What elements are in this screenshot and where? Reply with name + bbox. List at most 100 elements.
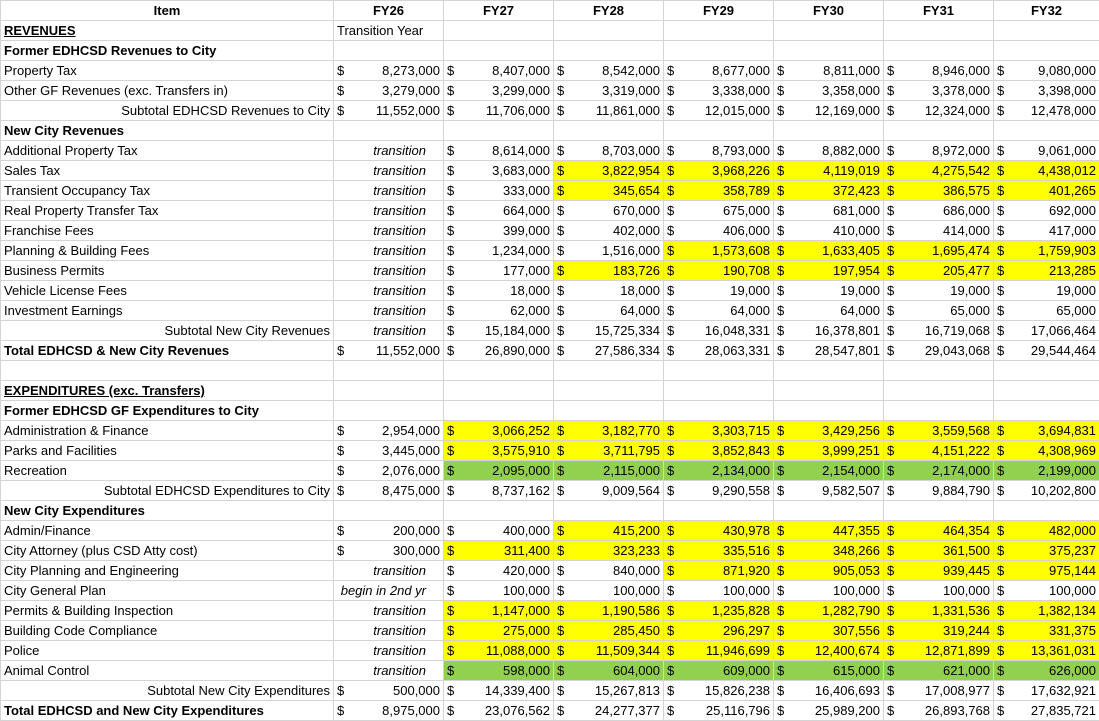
table-cell[interactable]: $100,000 bbox=[553, 580, 664, 601]
table-cell[interactable]: $8,946,000 bbox=[883, 60, 994, 81]
table-cell[interactable]: $307,556 bbox=[773, 620, 884, 641]
table-cell[interactable]: $285,450 bbox=[553, 620, 664, 641]
table-cell[interactable]: $213,285 bbox=[993, 260, 1099, 281]
table-cell[interactable]: $12,478,000 bbox=[993, 100, 1099, 121]
table-cell[interactable] bbox=[443, 40, 554, 61]
table-cell[interactable]: $1,695,474 bbox=[883, 240, 994, 261]
row-label[interactable]: Parks and Facilities bbox=[0, 440, 334, 461]
row-label[interactable]: Transient Occupancy Tax bbox=[0, 180, 334, 201]
table-cell[interactable] bbox=[553, 360, 664, 381]
table-cell[interactable] bbox=[333, 360, 444, 381]
table-cell[interactable]: $447,355 bbox=[773, 520, 884, 541]
table-cell[interactable] bbox=[663, 500, 774, 521]
table-cell[interactable]: $3,559,568 bbox=[883, 420, 994, 441]
table-cell[interactable]: transition bbox=[333, 280, 444, 301]
table-cell[interactable]: $3,852,843 bbox=[663, 440, 774, 461]
table-cell[interactable]: transition bbox=[333, 560, 444, 581]
table-cell[interactable]: $905,053 bbox=[773, 560, 884, 581]
row-label[interactable]: Former EDHCSD Revenues to City bbox=[0, 40, 334, 61]
table-cell[interactable] bbox=[553, 400, 664, 421]
table-cell[interactable]: $3,445,000 bbox=[333, 440, 444, 461]
table-cell[interactable] bbox=[443, 500, 554, 521]
table-cell[interactable]: $11,552,000 bbox=[333, 340, 444, 361]
table-cell[interactable]: $2,954,000 bbox=[333, 420, 444, 441]
table-cell[interactable] bbox=[443, 380, 554, 401]
table-cell[interactable] bbox=[773, 360, 884, 381]
table-cell[interactable] bbox=[663, 20, 774, 41]
table-cell[interactable]: $9,884,790 bbox=[883, 480, 994, 501]
table-cell[interactable]: transition bbox=[333, 300, 444, 321]
table-cell[interactable]: $11,861,000 bbox=[553, 100, 664, 121]
table-cell[interactable]: $100,000 bbox=[663, 580, 774, 601]
table-cell[interactable]: $1,147,000 bbox=[443, 600, 554, 621]
row-label[interactable]: Total EDHCSD & New City Revenues bbox=[0, 340, 334, 361]
table-cell[interactable]: $1,516,000 bbox=[553, 240, 664, 261]
table-cell[interactable]: $372,423 bbox=[773, 180, 884, 201]
table-cell[interactable]: $4,275,542 bbox=[883, 160, 994, 181]
table-cell[interactable]: $681,000 bbox=[773, 200, 884, 221]
table-cell[interactable]: $4,119,019 bbox=[773, 160, 884, 181]
table-cell[interactable]: $400,000 bbox=[443, 520, 554, 541]
table-cell[interactable]: $4,308,969 bbox=[993, 440, 1099, 461]
table-cell[interactable]: $609,000 bbox=[663, 660, 774, 681]
table-cell[interactable]: transition bbox=[333, 260, 444, 281]
table-cell[interactable] bbox=[993, 40, 1099, 61]
table-cell[interactable]: $415,200 bbox=[553, 520, 664, 541]
table-cell[interactable]: $65,000 bbox=[993, 300, 1099, 321]
table-cell[interactable]: $100,000 bbox=[993, 580, 1099, 601]
row-label[interactable]: Permits & Building Inspection bbox=[0, 600, 334, 621]
row-label[interactable]: City Attorney (plus CSD Atty cost) bbox=[0, 540, 334, 561]
table-cell[interactable]: $3,575,910 bbox=[443, 440, 554, 461]
header-fy27[interactable]: FY27 bbox=[443, 0, 554, 21]
table-cell[interactable]: $11,509,344 bbox=[553, 640, 664, 661]
table-cell[interactable]: $1,235,828 bbox=[663, 600, 774, 621]
row-label[interactable]: Recreation bbox=[0, 460, 334, 481]
table-cell[interactable]: $402,000 bbox=[553, 220, 664, 241]
table-cell[interactable]: $26,890,000 bbox=[443, 340, 554, 361]
table-cell[interactable]: $65,000 bbox=[883, 300, 994, 321]
table-cell[interactable]: $399,000 bbox=[443, 220, 554, 241]
row-label[interactable]: Property Tax bbox=[0, 60, 334, 81]
table-cell[interactable]: $29,043,068 bbox=[883, 340, 994, 361]
row-label[interactable]: Other GF Revenues (exc. Transfers in) bbox=[0, 80, 334, 101]
table-cell[interactable]: $19,000 bbox=[663, 280, 774, 301]
table-cell[interactable]: $621,000 bbox=[883, 660, 994, 681]
table-cell[interactable]: $28,063,331 bbox=[663, 340, 774, 361]
table-cell[interactable]: $3,303,715 bbox=[663, 420, 774, 441]
header-fy31[interactable]: FY31 bbox=[883, 0, 994, 21]
table-cell[interactable] bbox=[773, 400, 884, 421]
table-cell[interactable]: $2,154,000 bbox=[773, 460, 884, 481]
table-cell[interactable]: $17,632,921 bbox=[993, 680, 1099, 701]
table-cell[interactable]: $19,000 bbox=[993, 280, 1099, 301]
table-cell[interactable]: $12,871,899 bbox=[883, 640, 994, 661]
table-cell[interactable]: $18,000 bbox=[553, 280, 664, 301]
table-cell[interactable]: $8,614,000 bbox=[443, 140, 554, 161]
table-cell[interactable]: $604,000 bbox=[553, 660, 664, 681]
table-cell[interactable]: $3,694,831 bbox=[993, 420, 1099, 441]
table-cell[interactable]: $939,445 bbox=[883, 560, 994, 581]
table-cell[interactable]: $3,968,226 bbox=[663, 160, 774, 181]
row-label[interactable]: Subtotal New City Revenues bbox=[0, 320, 334, 341]
row-label[interactable]: Total EDHCSD and New City Expenditures bbox=[0, 700, 334, 721]
table-cell[interactable]: $15,267,813 bbox=[553, 680, 664, 701]
table-cell[interactable]: $333,000 bbox=[443, 180, 554, 201]
table-cell[interactable]: $417,000 bbox=[993, 220, 1099, 241]
table-cell[interactable]: $8,542,000 bbox=[553, 60, 664, 81]
table-cell[interactable] bbox=[333, 400, 444, 421]
table-cell[interactable]: $8,972,000 bbox=[883, 140, 994, 161]
table-cell[interactable]: $348,266 bbox=[773, 540, 884, 561]
table-cell[interactable]: $15,184,000 bbox=[443, 320, 554, 341]
table-cell[interactable]: $675,000 bbox=[663, 200, 774, 221]
table-cell[interactable]: $16,048,331 bbox=[663, 320, 774, 341]
table-cell[interactable] bbox=[333, 120, 444, 141]
table-cell[interactable]: $8,793,000 bbox=[663, 140, 774, 161]
table-cell[interactable]: $1,633,405 bbox=[773, 240, 884, 261]
table-cell[interactable] bbox=[663, 380, 774, 401]
table-cell[interactable] bbox=[663, 40, 774, 61]
row-label[interactable]: Admin/Finance bbox=[0, 520, 334, 541]
table-cell[interactable]: $3,338,000 bbox=[663, 80, 774, 101]
table-cell[interactable]: $8,975,000 bbox=[333, 700, 444, 721]
table-cell[interactable]: $11,552,000 bbox=[333, 100, 444, 121]
header-fy26[interactable]: FY26 bbox=[333, 0, 444, 21]
table-cell[interactable]: $2,076,000 bbox=[333, 460, 444, 481]
